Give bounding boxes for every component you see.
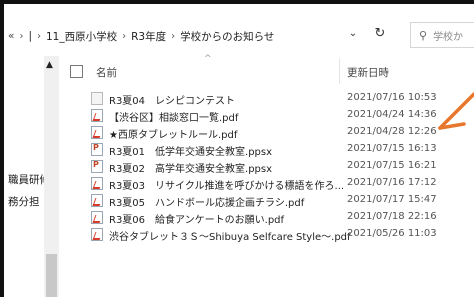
pdf-icon <box>91 194 103 207</box>
breadcrumb-item-folder[interactable]: 学校からのお知らせ <box>180 29 274 44</box>
file-date: 2021/07/16 10:53 <box>347 92 437 103</box>
breadcrumb-item-year[interactable]: R3年度 <box>131 29 166 44</box>
file-row[interactable]: R3夏01 低学年交通安全教室.ppsx 2021/07/15 16:13 <box>66 141 474 158</box>
file-date: 2021/04/24 14:36 <box>347 109 437 120</box>
date-column-header[interactable]: 更新日時 <box>347 65 389 80</box>
pdf-icon <box>91 228 103 241</box>
file-name: 渋谷タブレット３Ｓ～Shibuya Selfcare Style～.pdf <box>109 232 351 243</box>
pdf-icon <box>91 126 103 139</box>
pdf-icon <box>91 109 103 122</box>
scroll-thumb[interactable] <box>46 254 57 297</box>
breadcrumb: « › | › 11_西原小学校 › R3年度 › 学校からのお知らせ <box>8 29 328 44</box>
file-date: 2021/07/18 22:16 <box>347 211 437 222</box>
file-name: R3夏01 低学年交通安全教室.ppsx <box>109 147 273 158</box>
breadcrumb-overflow[interactable]: « <box>8 30 14 42</box>
chevron-right-icon: › <box>171 30 176 42</box>
file-row[interactable]: R3夏03 リサイクル推進を呼びかける標語を作ろ... 2021/07/16 1… <box>66 175 474 192</box>
navigation-pane: 職員研修 務分担 <box>8 56 50 297</box>
file-list: R3夏04 レシピコンテスト 2021/07/16 10:53 【渋谷区】相談窓… <box>66 90 474 243</box>
file-date: 2021/07/15 16:13 <box>347 143 437 154</box>
pptx-icon <box>91 160 103 173</box>
file-name: R3夏04 レシピコンテスト <box>109 96 236 107</box>
name-column-header[interactable]: 名前 <box>96 65 117 80</box>
blank-file-icon <box>91 92 103 105</box>
file-name: R3夏02 高学年交通安全教室.ppsx <box>109 164 273 175</box>
file-name: R3夏05 ハンドボール応援企画チラシ.pdf <box>109 198 305 209</box>
file-name: 【渋谷区】相談窓口一覧.pdf <box>109 113 239 124</box>
pdf-icon <box>91 177 103 190</box>
file-date: 2021/04/28 12:26 <box>347 126 437 137</box>
file-row[interactable]: ★西原タブレットルール.pdf 2021/04/28 12:26 <box>66 124 474 141</box>
breadcrumb-item-school[interactable]: 11_西原小学校 <box>46 29 117 44</box>
column-header: ^ 名前 更新日時 <box>66 54 474 84</box>
file-row[interactable]: R3夏04 レシピコンテスト 2021/07/16 10:53 <box>66 90 474 107</box>
file-name: R3夏06 給食アンケートのお願い.pdf <box>109 215 285 226</box>
column-divider[interactable] <box>339 58 340 84</box>
chevron-right-icon: › <box>19 30 24 42</box>
scroll-up-icon[interactable]: ▲ <box>46 60 53 70</box>
refresh-icon[interactable]: ↻ <box>370 26 390 41</box>
file-explorer-window: « › | › 11_西原小学校 › R3年度 › 学校からのお知らせ ⌄ ↻ … <box>0 0 474 297</box>
file-date: 2021/07/17 15:47 <box>347 194 437 205</box>
pptx-icon <box>91 143 103 156</box>
file-date: 2021/07/16 17:12 <box>347 177 437 188</box>
pdf-icon <box>91 211 103 224</box>
sort-ascending-icon: ^ <box>204 54 212 64</box>
nav-item[interactable]: 務分担 <box>8 194 40 209</box>
file-row[interactable]: R3夏02 高学年交通安全教室.ppsx 2021/07/15 16:21 <box>66 158 474 175</box>
file-date: 2021/07/15 16:21 <box>347 160 437 171</box>
file-row[interactable]: R3夏06 給食アンケートのお願い.pdf 2021/07/18 22:16 <box>66 209 474 226</box>
chevron-right-icon: › <box>36 30 41 42</box>
search-placeholder: 学校か <box>433 31 464 43</box>
file-row[interactable]: R3夏05 ハンドボール応援企画チラシ.pdf 2021/07/17 15:47 <box>66 192 474 209</box>
select-all-checkbox[interactable] <box>70 65 83 78</box>
file-row[interactable]: 渋谷タブレット３Ｓ～Shibuya Selfcare Style～.pdf 20… <box>66 226 474 243</box>
file-row[interactable]: 【渋谷区】相談窓口一覧.pdf 2021/04/24 14:36 <box>66 107 474 124</box>
nav-scrollbar[interactable]: ▲ <box>44 56 59 297</box>
address-tools: ⌄ ↻ <box>344 26 390 41</box>
search-input[interactable]: ⚲ 学校か <box>410 22 474 48</box>
file-name: R3夏03 リサイクル推進を呼びかける標語を作ろ... <box>109 181 345 192</box>
search-icon: ⚲ <box>419 28 428 42</box>
chevron-right-icon: › <box>122 30 127 42</box>
address-bar[interactable]: « › | › 11_西原小学校 › R3年度 › 学校からのお知らせ ⌄ ↻ … <box>8 20 474 52</box>
file-name: ★西原タブレットルール.pdf <box>109 130 238 141</box>
file-date: 2021/05/26 11:03 <box>347 228 437 239</box>
breadcrumb-item[interactable]: | <box>28 30 32 42</box>
annotation-arrow-icon <box>438 92 474 130</box>
chevron-down-icon[interactable]: ⌄ <box>344 28 362 39</box>
